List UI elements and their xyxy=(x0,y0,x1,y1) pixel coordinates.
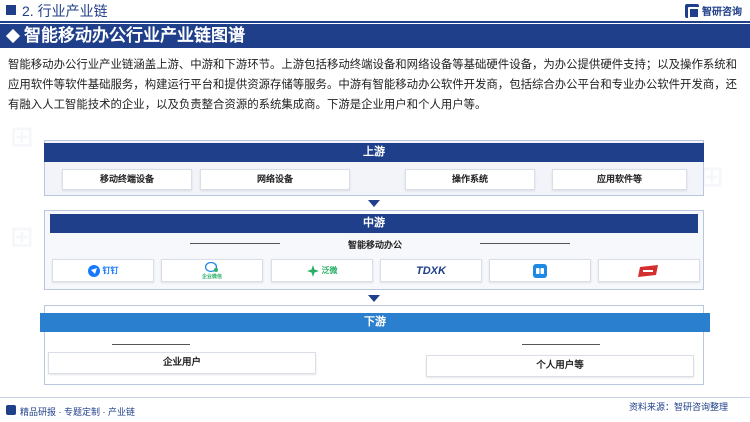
logo-fanwei: 泛微 xyxy=(271,259,373,282)
upstream-item: 网络设备 xyxy=(200,169,350,190)
upstream-item: 操作系统 xyxy=(405,169,535,190)
wecom-icon xyxy=(205,261,218,272)
fanwei-icon xyxy=(306,264,319,277)
footer-divider xyxy=(0,397,750,398)
logo-text: TDXK xyxy=(416,264,446,277)
app-icon xyxy=(533,263,547,278)
logo-red-app xyxy=(598,259,700,282)
logo-wecom: 企业微信 xyxy=(161,259,263,282)
page: ⊞ ⊞ ⊞ 2. 行业产业链 智研咨询 智能移动办公行业产业链图谱 智能移动办公… xyxy=(0,0,750,422)
downstream-item: 企业用户 xyxy=(48,352,316,374)
midstream-sub-label: 智能移动办公 xyxy=(348,240,403,250)
divider-line xyxy=(112,344,190,345)
upstream-item: 应用软件等 xyxy=(552,169,687,190)
app-icon xyxy=(638,264,658,277)
logo-text: 泛微 xyxy=(321,266,338,275)
title-band: 智能移动办公行业产业链图谱 xyxy=(0,24,750,48)
brand-logo: 智研咨询 xyxy=(685,3,742,19)
logo-dingtalk: 钉钉 xyxy=(52,259,154,282)
header-divider xyxy=(0,21,750,23)
section-marker-icon xyxy=(6,5,16,15)
upstream-header: 上游 xyxy=(44,143,704,162)
header: 2. 行业产业链 智研咨询 xyxy=(0,0,750,23)
page-title: 智能移动办公行业产业链图谱 xyxy=(24,26,245,45)
description-text: 智能移动办公行业产业链涵盖上游、中游和下游环节。上游包括移动终端设备和网络设备等… xyxy=(8,59,738,111)
footer: 精品研报 · 专题定制 · 产业链 资料来源：智研咨询整理 xyxy=(0,397,750,422)
upstream-item: 移动终端设备 xyxy=(62,169,192,190)
logo-tdxk: TDXK xyxy=(380,259,482,282)
midstream-header: 中游 xyxy=(50,214,698,233)
footer-tagline: 精品研报 · 专题定制 · 产业链 xyxy=(20,407,135,417)
report-icon xyxy=(6,405,16,415)
source-note: 资料来源：智研咨询整理 xyxy=(628,402,728,412)
divider-line xyxy=(480,243,570,244)
diamond-icon xyxy=(5,28,21,44)
logo-text: 企业微信 xyxy=(201,273,222,280)
arrow-down-icon xyxy=(368,200,380,207)
logo-text: 钉钉 xyxy=(102,266,119,275)
arrow-down-icon xyxy=(368,295,380,302)
section-title: 2. 行业产业链 xyxy=(22,3,108,19)
watermark: ⊞ xyxy=(10,220,33,253)
divider-line xyxy=(190,243,280,244)
watermark: ⊞ xyxy=(10,120,33,153)
brand-logo-icon xyxy=(685,3,700,19)
logo-blue-app xyxy=(489,259,591,282)
dingtalk-icon xyxy=(87,264,100,277)
brand-logo-text: 智研咨询 xyxy=(702,7,742,18)
downstream-item: 个人用户等 xyxy=(426,355,694,377)
divider-line xyxy=(522,344,600,345)
downstream-header: 下游 xyxy=(40,313,710,332)
